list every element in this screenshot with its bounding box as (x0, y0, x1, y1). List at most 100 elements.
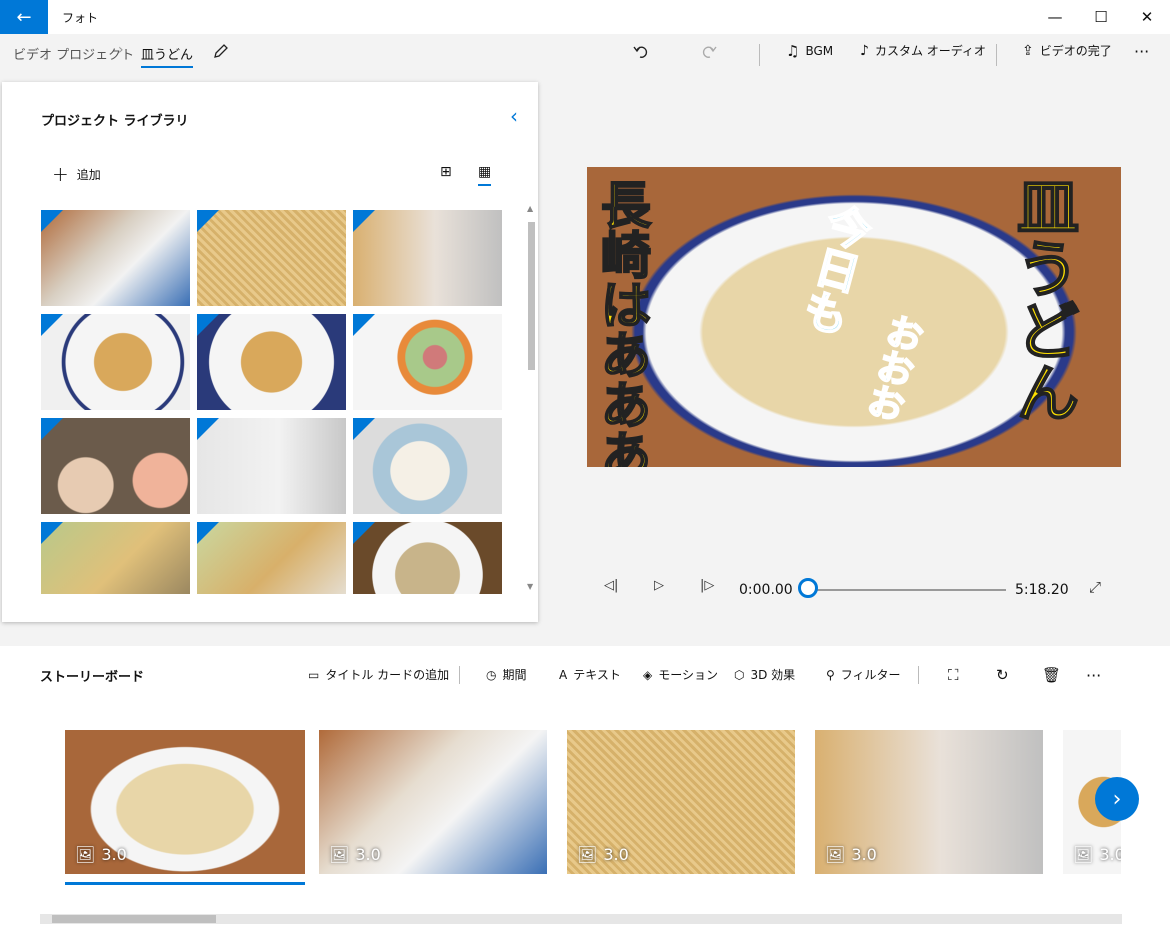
scrollbar-thumb[interactable] (528, 222, 535, 370)
more-button[interactable]: ··· (1086, 666, 1101, 685)
current-time: 0:00.00 (739, 582, 793, 598)
library-title: プロジェクト ライブラリ (41, 114, 189, 129)
library-thumbnail[interactable] (353, 418, 502, 514)
selected-clip-indicator (65, 882, 305, 885)
library-thumbnail[interactable] (197, 418, 346, 514)
text-icon: A (559, 667, 568, 682)
rename-button[interactable] (212, 42, 230, 64)
image-icon: 🖼 (75, 845, 96, 864)
custom-audio-button[interactable]: ♪ カスタム オーディオ (860, 42, 986, 59)
video-preview[interactable]: 長崎はあああ 今日も おおお 皿うどん (587, 167, 1121, 467)
storyboard-clip[interactable]: 🖼 3.0 (567, 730, 795, 874)
grid-dense-icon: ▦ (478, 164, 492, 180)
library-thumbnail[interactable] (353, 210, 502, 306)
library-scrollbar[interactable]: ▲ ▼ (526, 204, 537, 594)
title-bar: ← フォト — ☐ ✕ (0, 0, 1170, 34)
music-note-icon: ♫ (786, 42, 800, 60)
chevron-right-icon: › (1112, 786, 1122, 812)
overlay-text-right: 皿うどん (1016, 171, 1080, 430)
image-icon: 🖼 (1073, 845, 1094, 864)
library-thumbnail[interactable] (197, 210, 346, 306)
storyboard-clip[interactable]: 🖼 3.0 (319, 730, 547, 874)
filter-button[interactable]: ⚲ フィルター (826, 666, 901, 683)
delete-button[interactable]: 🗑 (1042, 666, 1061, 684)
image-icon: 🖼 (577, 845, 598, 864)
share-icon: ⇪ (1022, 42, 1034, 59)
rotate-button[interactable]: ↻ (996, 666, 1009, 684)
fullscreen-button[interactable]: ⤢ (1089, 578, 1101, 596)
library-thumbnail[interactable] (41, 210, 190, 306)
add-title-card-label: タイトル カードの追加 (325, 668, 450, 682)
redo-button[interactable] (700, 42, 718, 64)
undo-button[interactable] (632, 42, 650, 64)
chevron-right-icon: › (118, 42, 124, 58)
library-thumbnail[interactable] (41, 418, 190, 514)
overlay-text-middle: 今日も (797, 198, 877, 346)
library-thumbnail[interactable] (197, 314, 346, 410)
filter-label: フィルター (840, 668, 901, 682)
storyboard-clip[interactable]: 🖼 3.0 (815, 730, 1043, 874)
minimize-button[interactable]: — (1032, 0, 1078, 34)
image-icon: 🖼 (329, 845, 350, 864)
small-grid-view-button[interactable]: ⊞ (440, 164, 452, 180)
storyboard-scrollbar[interactable] (40, 914, 1122, 924)
play-icon: ▷ (654, 578, 664, 593)
more-button[interactable]: ··· (1134, 42, 1149, 61)
library-thumbnail[interactable] (353, 314, 502, 410)
motion-icon: ◈ (643, 667, 653, 682)
add-title-card-button[interactable]: ▭ タイトル カードの追加 (308, 666, 449, 683)
next-frame-button[interactable]: |▷ (700, 578, 714, 593)
clip-duration-label: 3.0 (603, 845, 629, 864)
play-button[interactable]: ▷ (654, 578, 664, 593)
add-media-button[interactable]: + 追加 (52, 162, 101, 186)
clock-icon: ◷ (486, 667, 497, 682)
overlay-text-left: 長崎はあああ (600, 177, 652, 467)
title-card-icon: ▭ (308, 667, 320, 682)
scroll-up-icon[interactable]: ▲ (527, 204, 533, 213)
cube-icon: ⬡ (734, 667, 745, 682)
storyboard-clip[interactable]: 🖼 3.0 (65, 730, 305, 874)
clip-duration-label: 3.0 (101, 845, 127, 864)
trash-icon: 🗑 (1042, 666, 1062, 684)
finish-video-button[interactable]: ⇪ ビデオの完了 (1022, 42, 1112, 59)
seek-bar[interactable] (810, 589, 1006, 591)
crop-button[interactable]: ⛶ (948, 666, 959, 684)
motion-button[interactable]: ◈ モーション (643, 666, 718, 683)
scrollbar-thumb[interactable] (52, 915, 216, 923)
clip-duration: 🖼 3.0 (75, 845, 127, 864)
storyboard-panel: ストーリーボード ▭ タイトル カードの追加 ◷ 期間 A テキスト ◈ モーシ… (0, 646, 1170, 927)
3d-effects-label: 3D 効果 (750, 668, 796, 682)
clip-duration: 🖼 3.0 (329, 845, 381, 864)
bgm-label: BGM (805, 44, 834, 58)
back-button[interactable]: ← (0, 0, 48, 34)
previous-frame-button[interactable]: ◁| (604, 578, 618, 593)
bgm-button[interactable]: ♫ BGM (786, 42, 833, 60)
person-audio-icon: ♪ (860, 42, 869, 59)
duration-button[interactable]: ◷ 期間 (486, 666, 527, 683)
close-button[interactable]: ✕ (1124, 0, 1170, 34)
large-grid-view-button[interactable]: ▦ (478, 164, 492, 186)
scroll-next-button[interactable]: › (1095, 777, 1139, 821)
collapse-library-button[interactable]: ‹ (510, 104, 518, 128)
breadcrumb-parent[interactable]: ビデオ プロジェクト (13, 44, 134, 63)
clip-duration: 🖼 3.0 (1073, 845, 1121, 864)
text-button[interactable]: A テキスト (559, 666, 621, 683)
duration-label: 期間 (502, 668, 527, 682)
library-thumbnail[interactable] (41, 314, 190, 410)
seek-knob[interactable] (798, 578, 818, 598)
breadcrumb-current[interactable]: 皿うどん (141, 44, 194, 68)
divider (759, 44, 760, 66)
finish-video-label: ビデオの完了 (1039, 44, 1112, 58)
divider (918, 666, 919, 684)
3d-effects-button[interactable]: ⬡ 3D 効果 (734, 666, 795, 683)
total-time: 5:18.20 (1015, 582, 1069, 598)
divider (996, 44, 997, 66)
maximize-button[interactable]: ☐ (1078, 0, 1124, 34)
custom-audio-label: カスタム オーディオ (874, 44, 986, 58)
playback-controls: ◁| ▷ |▷ 0:00.00 5:18.20 ⤢ (0, 578, 1170, 602)
overlay-text-small: おおお (862, 310, 928, 430)
clip-duration: 🖼 3.0 (577, 845, 629, 864)
undo-icon (633, 46, 648, 58)
step-forward-icon: |▷ (700, 578, 715, 593)
plus-icon: + (52, 162, 69, 186)
